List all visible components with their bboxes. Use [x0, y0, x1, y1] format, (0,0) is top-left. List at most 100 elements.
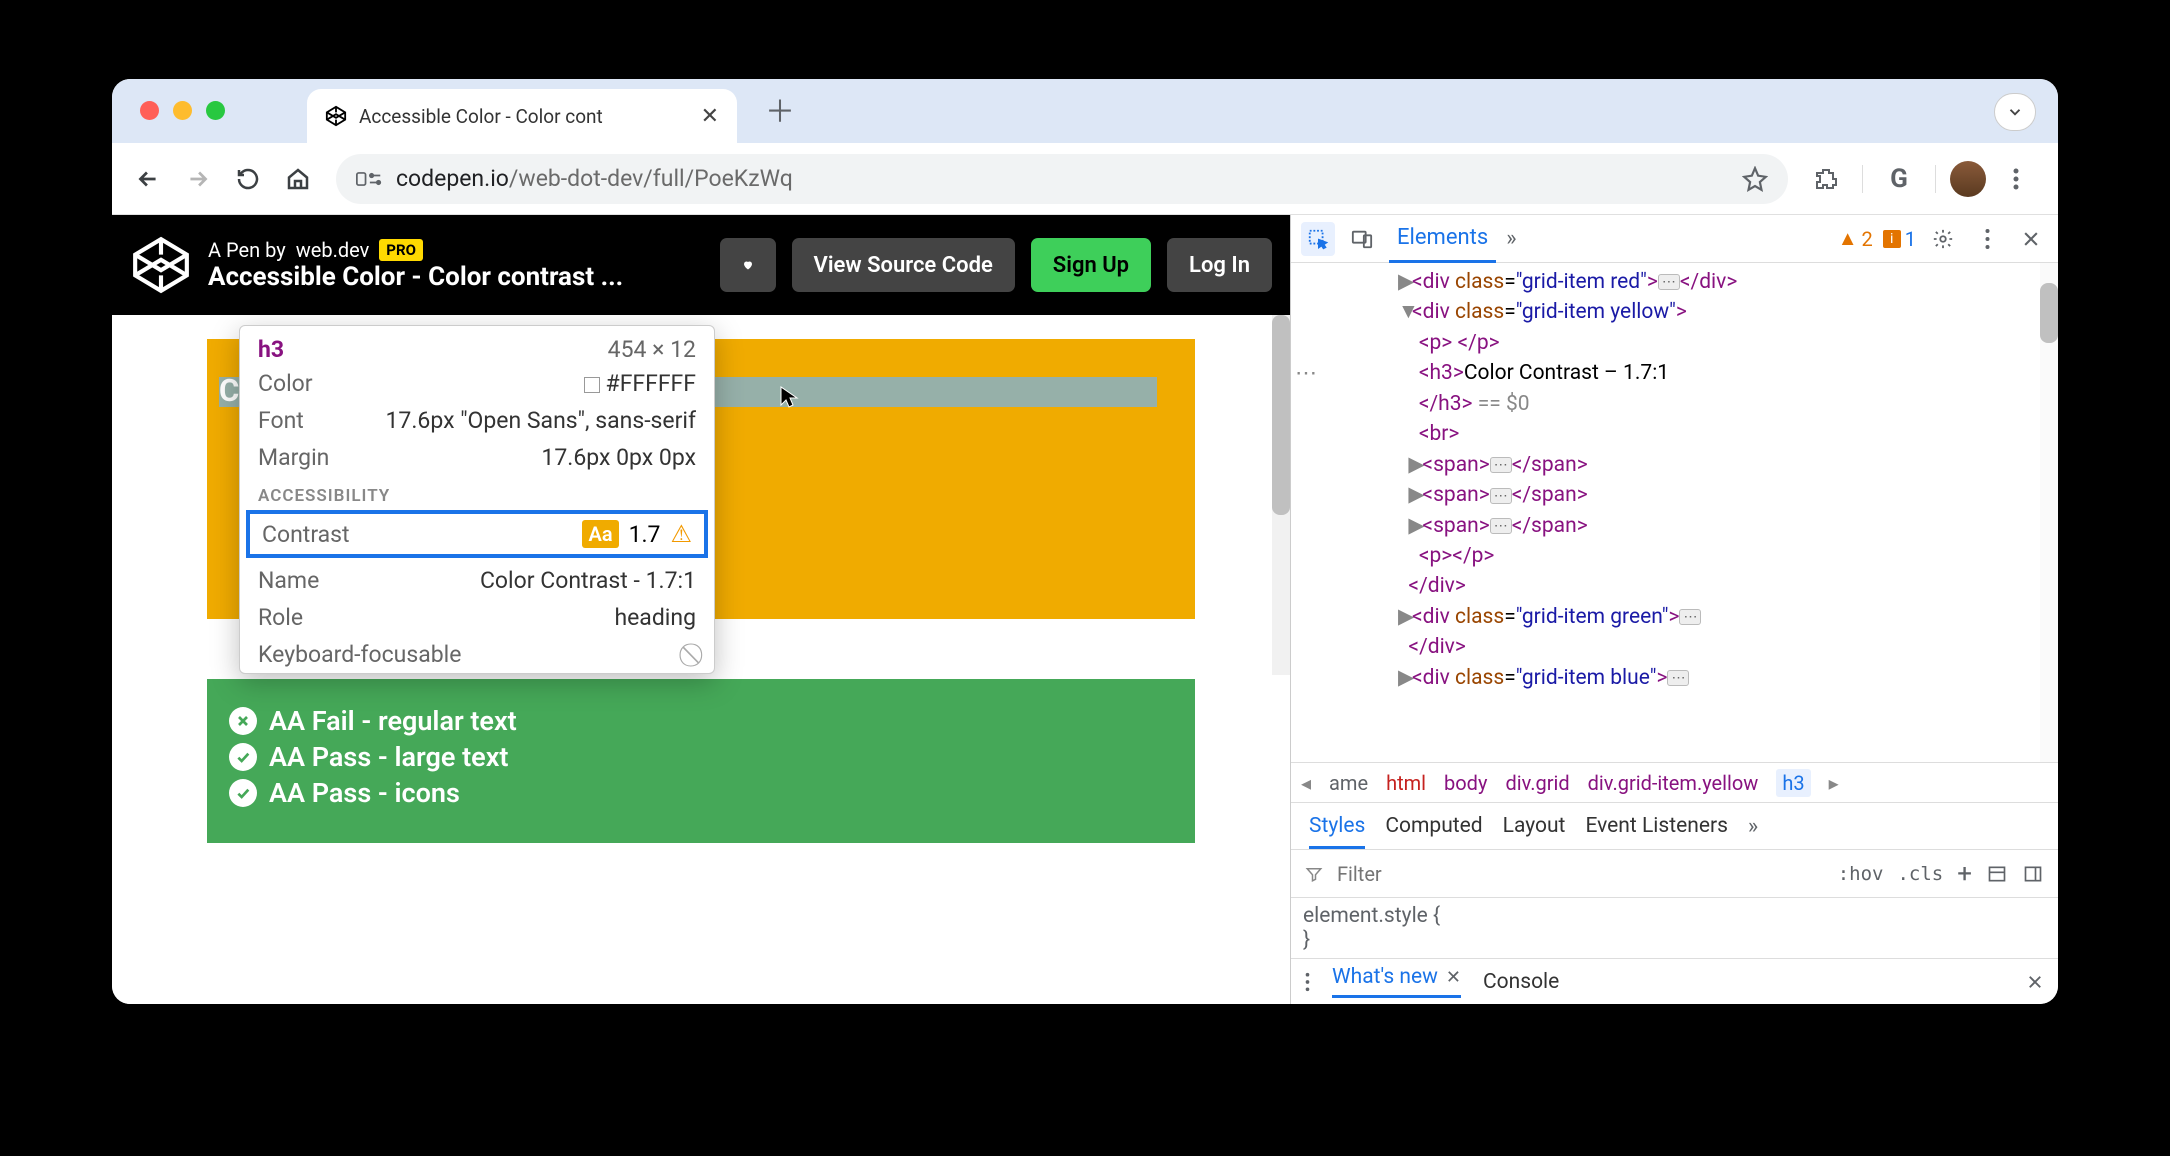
extensions-icon[interactable] [1804, 157, 1848, 201]
close-drawer-icon[interactable] [2026, 973, 2044, 991]
scrollbar-thumb[interactable] [1272, 315, 1290, 515]
kebab-menu-icon[interactable] [1994, 157, 2038, 201]
page-viewport: A Pen by web.dev PRO Accessible Color - … [112, 215, 1290, 1004]
tooltip-value: heading [614, 604, 696, 631]
google-icon[interactable]: G [1877, 157, 1921, 201]
pass-icon [229, 779, 257, 807]
toolbar-divider [1862, 165, 1863, 193]
toolbar-actions: G [1804, 157, 2044, 201]
new-style-icon[interactable]: + [1957, 859, 1972, 889]
inspected-dimensions: 454 × 12 [608, 336, 696, 363]
scrollbar[interactable] [1272, 315, 1290, 675]
by-author[interactable]: web.dev [296, 238, 370, 262]
site-info-icon[interactable] [356, 170, 382, 188]
tooltip-label: Keyboard-focusable [258, 641, 461, 668]
login-button[interactable]: Log In [1167, 238, 1272, 292]
more-tabs-icon[interactable]: » [1748, 814, 1758, 839]
tooltip-section-heading: ACCESSIBILITY [240, 476, 714, 506]
computed-tab[interactable]: Computed [1385, 814, 1482, 838]
device-toolbar-icon[interactable] [1345, 222, 1379, 256]
crumb[interactable]: div.grid [1505, 771, 1569, 795]
tab-overflow-button[interactable] [1994, 93, 2036, 131]
close-tab-icon[interactable]: ✕ [701, 104, 719, 129]
minimize-window-button[interactable] [173, 101, 192, 120]
tooltip-label: Role [258, 604, 303, 631]
pass-icon [229, 743, 257, 771]
window-controls [140, 101, 225, 120]
chevron-right-icon[interactable]: ▸ [1829, 771, 1839, 795]
styles-pane[interactable]: element.style { } [1291, 898, 2058, 958]
pen-title: Accessible Color - Color contrast ... [208, 262, 623, 292]
profile-avatar[interactable] [1950, 161, 1986, 197]
status-line: AA Pass - large text [229, 741, 1173, 773]
status-text: AA Pass - large text [269, 741, 508, 773]
hov-toggle[interactable]: :hov [1838, 863, 1884, 885]
status-text: AA Fail - regular text [269, 705, 517, 737]
tooltip-label: Name [258, 567, 319, 594]
drawer-kebab-icon[interactable] [1305, 972, 1310, 992]
more-tabs-icon[interactable]: » [1506, 226, 1516, 251]
tab-title: Accessible Color - Color cont [359, 105, 689, 128]
event-listeners-tab[interactable]: Event Listeners [1585, 814, 1727, 838]
reload-button[interactable] [226, 157, 270, 201]
view-source-button[interactable]: View Source Code [792, 238, 1015, 292]
tooltip-value: 17.6px 0px 0px [541, 444, 696, 471]
contrast-row: Contrast Aa 1.7 ⚠ [246, 510, 708, 558]
settings-icon[interactable] [1926, 222, 1960, 256]
whats-new-tab[interactable]: What's new✕ [1332, 965, 1461, 998]
eq-zero: == $0 [1478, 392, 1530, 416]
crumb[interactable]: div.grid-item.yellow [1588, 771, 1759, 795]
tooltip-value: Color Contrast - 1.7:1 [480, 567, 696, 594]
scrollbar-thumb[interactable] [2040, 283, 2058, 343]
chevron-left-icon[interactable]: ◂ [1301, 771, 1311, 795]
back-button[interactable] [126, 157, 170, 201]
signup-button[interactable]: Sign Up [1031, 238, 1151, 292]
pro-badge: PRO [379, 239, 423, 261]
heart-button[interactable] [720, 238, 776, 292]
element-style-open: element.style { [1303, 904, 2046, 928]
console-tab[interactable]: Console [1483, 970, 1559, 994]
home-button[interactable] [276, 157, 320, 201]
devtools-scrollbar[interactable] [2040, 263, 2058, 762]
dom-breadcrumb[interactable]: ◂ ame html body div.grid div.grid-item.y… [1291, 762, 2058, 802]
new-tab-button[interactable]: ＋ [765, 89, 795, 129]
issues-warnings[interactable]: ▲2 [1838, 226, 1873, 251]
close-tab-icon[interactable]: ✕ [1446, 967, 1461, 988]
star-icon[interactable] [1742, 166, 1768, 192]
green-grid-item: AA Fail - regular text AA Pass - large t… [207, 679, 1195, 843]
issues-info[interactable]: i1 [1883, 227, 1916, 251]
codepen-logo-icon[interactable] [130, 234, 192, 296]
crumb[interactable]: body [1444, 771, 1487, 795]
close-window-button[interactable] [140, 101, 159, 120]
status-line: AA Fail - regular text [229, 705, 1173, 737]
dom-h3-text: Color Contrast – 1.7:1 [1464, 361, 1669, 385]
codepen-header: A Pen by web.dev PRO Accessible Color - … [112, 215, 1290, 315]
forward-button[interactable] [176, 157, 220, 201]
elements-tab[interactable]: Elements [1389, 215, 1496, 263]
kebab-icon[interactable] [1970, 222, 2004, 256]
devtools-panel: Elements » ▲2 i1 ▶<div class="grid-item … [1290, 215, 2058, 1004]
computed-sidebar-icon[interactable] [1986, 864, 2008, 884]
tooltip-value: #FFFFFF [584, 370, 696, 397]
by-prefix: A Pen by [208, 238, 286, 262]
cls-toggle[interactable]: .cls [1897, 863, 1943, 885]
inspect-element-icon[interactable] [1301, 222, 1335, 256]
crumb[interactable]: html [1386, 771, 1426, 795]
toggle-sidebar-icon[interactable] [2022, 864, 2044, 884]
crumb[interactable]: ame [1329, 771, 1368, 795]
cursor-icon [779, 385, 799, 411]
browser-window: Accessible Color - Color cont ✕ ＋ codepe… [112, 79, 2058, 1004]
dom-tree[interactable]: ▶<div class="grid-item red">⋯</div> ▼<di… [1291, 263, 2058, 762]
styles-filter-bar: :hov .cls + [1291, 850, 2058, 898]
filter-input[interactable] [1337, 862, 1824, 886]
element-style-close: } [1303, 928, 2046, 952]
tab-strip: Accessible Color - Color cont ✕ ＋ [112, 79, 2058, 143]
close-devtools-icon[interactable] [2014, 222, 2048, 256]
fullscreen-window-button[interactable] [206, 101, 225, 120]
crumb-selected[interactable]: h3 [1776, 769, 1810, 797]
layout-tab[interactable]: Layout [1503, 814, 1566, 838]
contrast-aa-badge: Aa [582, 520, 618, 548]
address-bar[interactable]: codepen.io/web-dot-dev/full/PoeKzWq [336, 154, 1788, 204]
styles-tab[interactable]: Styles [1309, 804, 1365, 849]
browser-tab[interactable]: Accessible Color - Color cont ✕ [307, 89, 737, 143]
